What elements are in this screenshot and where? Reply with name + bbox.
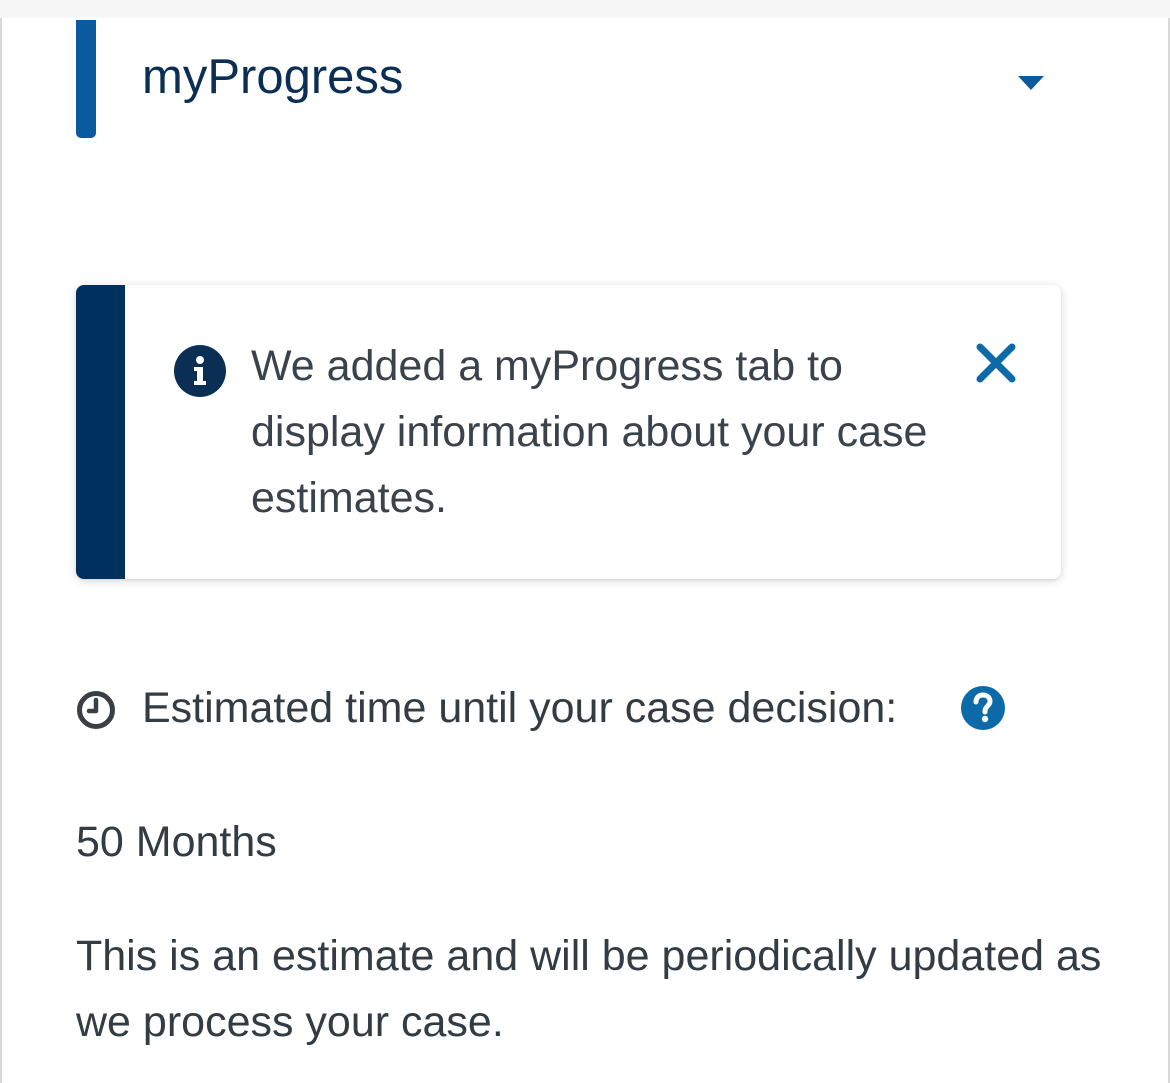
info-alert: We added a myProgress tab to display inf…: [76, 285, 1061, 579]
tab-title: myProgress: [142, 50, 404, 104]
estimate-value: 50 Months: [76, 818, 277, 866]
help-icon[interactable]: [961, 686, 1005, 730]
chevron-down-icon[interactable]: [1018, 76, 1044, 90]
case-status-card: myProgress We added a myProgress tab to …: [0, 18, 1170, 1083]
tab-accent-bar: [76, 20, 96, 138]
alert-message: We added a myProgress tab to display inf…: [251, 342, 928, 522]
alert-accent-bar: [76, 285, 125, 579]
estimate-label: Estimated time until your case decision:: [142, 684, 898, 732]
info-icon: [174, 345, 226, 397]
estimate-row: Estimated time until your case decision:: [76, 678, 1076, 738]
close-icon[interactable]: [974, 341, 1018, 385]
estimate-note: This is an estimate and will be periodic…: [76, 932, 1102, 1046]
clock-icon: [77, 691, 115, 729]
myprogress-tab-header[interactable]: myProgress: [76, 20, 1056, 138]
